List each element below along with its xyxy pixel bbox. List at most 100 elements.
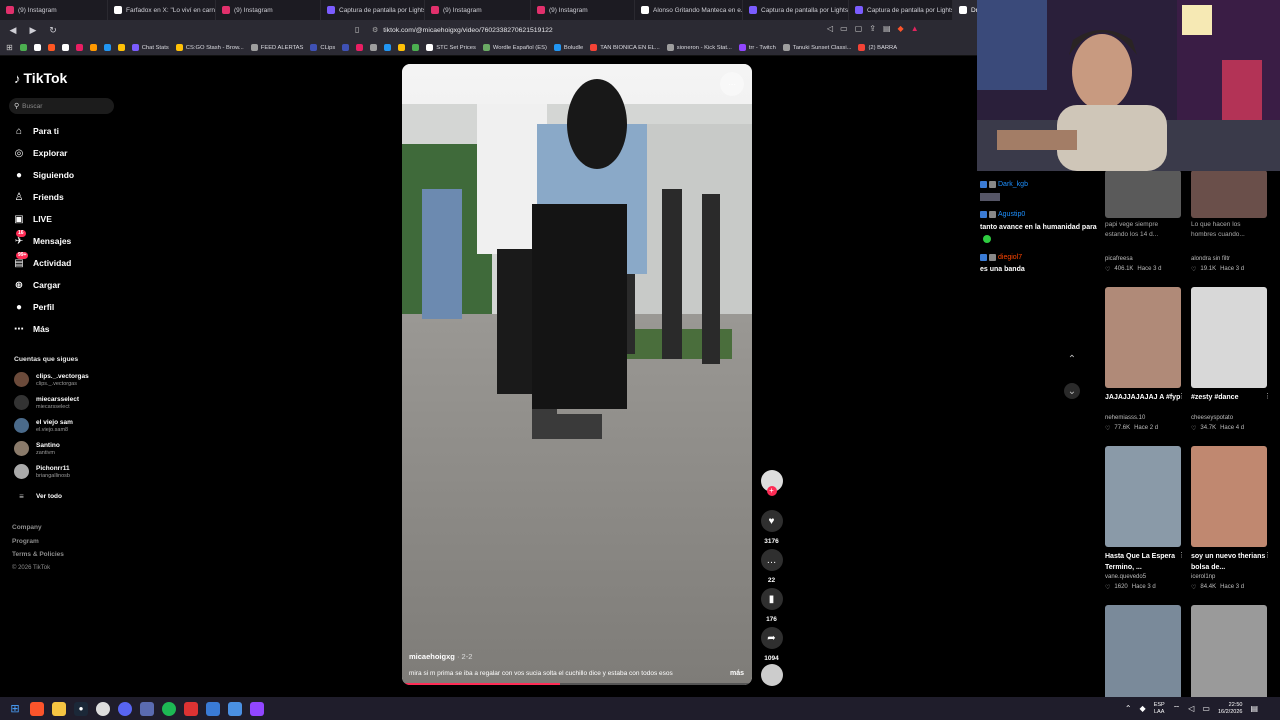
- address-bar[interactable]: ⚙ tiktok.com/@micaehoigxg/video/76023382…: [372, 24, 822, 36]
- reload-icon[interactable]: ↻: [46, 23, 60, 37]
- chat-username[interactable]: Dark_kgb: [980, 181, 1028, 188]
- search-input[interactable]: ⚲ Buscar: [9, 98, 114, 114]
- spotify-icon[interactable]: [162, 701, 176, 716]
- following-account[interactable]: miecarsselect miecarsselect: [14, 395, 79, 410]
- brave-browser-icon[interactable]: [30, 701, 44, 716]
- bookmark-item[interactable]: sioneron - Kick Stat...: [666, 44, 732, 51]
- video-player[interactable]: ⋯ micaehoigxg · 2-2 mira si m prima se i…: [402, 64, 752, 685]
- bookmark-item[interactable]: [117, 44, 125, 51]
- video-author[interactable]: icerol1np: [1191, 574, 1215, 580]
- chat-username[interactable]: diegiol7: [980, 254, 1022, 261]
- footer-link[interactable]: Company: [12, 524, 42, 531]
- wifi-icon[interactable]: ⌔: [1173, 704, 1181, 714]
- video-title[interactable]: JAJAJJAJAJAJ A #fyp: [1105, 392, 1181, 403]
- bookmark-item[interactable]: [398, 44, 406, 51]
- video-title[interactable]: soy un nuevo therians bolsa de...: [1191, 551, 1267, 573]
- nav-item-friends[interactable]: ♙ Friends: [13, 191, 64, 203]
- caption-more-button[interactable]: más: [730, 670, 744, 677]
- music-disc-icon[interactable]: [760, 664, 783, 686]
- browser-tab[interactable]: (9) Instagram: [425, 0, 531, 20]
- nav-item-actividad[interactable]: ▤ 99+ Actividad: [13, 252, 71, 269]
- following-account[interactable]: clips._.vectorgas clips._.vectorgas: [14, 372, 89, 387]
- bookmark-item[interactable]: [412, 44, 420, 51]
- video-author[interactable]: vane.quevedo5: [1105, 574, 1146, 580]
- footer-link[interactable]: Program: [12, 538, 39, 545]
- video-thumbnail[interactable]: [1105, 605, 1181, 706]
- share-button[interactable]: ➦ 1094: [760, 627, 783, 662]
- video-author[interactable]: picafreesa: [1105, 256, 1133, 262]
- bookmark-icon[interactable]: ▮: [760, 588, 783, 610]
- video-thumbnail[interactable]: [1105, 287, 1181, 388]
- bookmark-item[interactable]: FEED ALERTAS: [250, 44, 303, 51]
- video-title[interactable]: #zesty #dance: [1191, 392, 1267, 403]
- follow-plus-icon[interactable]: +: [766, 486, 777, 496]
- bookmark-item[interactable]: CLips: [310, 44, 335, 51]
- nav-item-siguiendo[interactable]: ● Siguiendo: [13, 169, 74, 181]
- twitch-app-icon[interactable]: [250, 701, 264, 716]
- video-thumbnail[interactable]: [1105, 170, 1181, 218]
- following-account[interactable]: Santino zantivm: [14, 441, 60, 456]
- card-more-icon[interactable]: ⋮: [1178, 551, 1185, 559]
- tray-app-icon[interactable]: ◆: [1140, 704, 1146, 713]
- footer-link[interactable]: Terms & Policies: [12, 551, 64, 558]
- browser-tab[interactable]: Captura de pantalla por Lightsh...: [743, 0, 849, 20]
- browser-tab[interactable]: (9) Instagram: [216, 0, 321, 20]
- back-icon[interactable]: ◀: [6, 23, 20, 37]
- bookmark-item[interactable]: [47, 44, 55, 51]
- video-author[interactable]: cheeseyspotato: [1191, 415, 1233, 421]
- clock[interactable]: 22:50 16/2/2026: [1218, 702, 1242, 716]
- bookmark-item[interactable]: (2) BARRA: [858, 44, 897, 51]
- windows-start-icon[interactable]: ⊞: [8, 702, 22, 716]
- browser-tab[interactable]: Captura de pantalla por Lightsh...: [849, 0, 953, 20]
- steam-icon[interactable]: ●: [74, 701, 88, 716]
- video-author[interactable]: alondra sin filtr: [1191, 256, 1230, 262]
- nav-item-cargar[interactable]: ⊕ Cargar: [13, 279, 61, 291]
- network-icon[interactable]: ▭: [1202, 704, 1210, 713]
- bookmark-item[interactable]: trr - Twitch: [738, 44, 776, 51]
- card-more-icon[interactable]: ⋮: [1178, 392, 1185, 400]
- like-button[interactable]: ♥ 3176: [760, 510, 783, 545]
- video-thumbnail[interactable]: [1191, 605, 1267, 706]
- video-thumbnail[interactable]: [1105, 446, 1181, 547]
- video-author[interactable]: nehemiasss.10: [1105, 415, 1145, 421]
- forward-icon[interactable]: ▶: [26, 23, 40, 37]
- discord-icon[interactable]: [118, 701, 132, 716]
- file-explorer-icon[interactable]: [52, 701, 66, 716]
- save-button[interactable]: ▮ 176: [760, 588, 783, 623]
- apps-grid-icon[interactable]: ⊞: [6, 43, 13, 52]
- browser-tab[interactable]: Farfadox en X: "Lo viví en carne...: [108, 0, 216, 20]
- video-thumbnail[interactable]: [1191, 170, 1267, 218]
- nav-item-más[interactable]: ⋯ Más: [13, 323, 50, 335]
- bookmark-item[interactable]: [61, 44, 69, 51]
- bookmark-item[interactable]: [342, 44, 350, 51]
- card-more-icon[interactable]: ⋮: [1264, 392, 1271, 400]
- following-account[interactable]: el viejo sam el.viejo.sam8: [14, 418, 73, 433]
- nav-item-perfil[interactable]: ● Perfil: [13, 301, 54, 313]
- bookmark-item[interactable]: Wordle Español (ES): [482, 44, 547, 51]
- bookmark-item[interactable]: [384, 44, 392, 51]
- bookmark-item[interactable]: Tanuki Sunset Classi...: [782, 44, 851, 51]
- rewards-icon[interactable]: ▲: [911, 24, 919, 33]
- bookmark-item[interactable]: Chat Stats: [131, 44, 169, 51]
- chevron-up-icon[interactable]: ⌃: [1125, 704, 1132, 713]
- see-all-button[interactable]: ≡ Ver todo: [14, 492, 62, 501]
- copy-icon[interactable]: ▤: [883, 24, 891, 33]
- bookmark-item[interactable]: [75, 44, 83, 51]
- site-info-icon[interactable]: ⚙: [372, 26, 378, 34]
- settings-app-icon[interactable]: [228, 701, 242, 716]
- bookmark-item[interactable]: [89, 44, 97, 51]
- video-thumbnail[interactable]: [1191, 446, 1267, 547]
- bookmark-item[interactable]: [19, 44, 27, 51]
- scroll-down-button[interactable]: ⌄: [1064, 383, 1080, 399]
- bookmark-item[interactable]: STC Set Prices: [426, 44, 476, 51]
- comment-icon[interactable]: …: [760, 549, 783, 571]
- screenshot-icon[interactable]: ▢: [855, 24, 863, 33]
- video-title[interactable]: Lo que hacen los hombres cuando...: [1191, 220, 1267, 240]
- recording-app-icon[interactable]: [184, 701, 198, 716]
- app-window-icon[interactable]: [140, 701, 154, 716]
- comment-button[interactable]: … 22: [760, 549, 783, 584]
- browser-tab[interactable]: Alonso Gritando Manteca en e...: [635, 0, 743, 20]
- bookmark-page-icon[interactable]: ▯: [355, 25, 359, 34]
- bookmark-item[interactable]: CS:GO Stash - Brow...: [175, 44, 244, 51]
- following-account[interactable]: Pichonrr11 briangallinosb: [14, 464, 70, 479]
